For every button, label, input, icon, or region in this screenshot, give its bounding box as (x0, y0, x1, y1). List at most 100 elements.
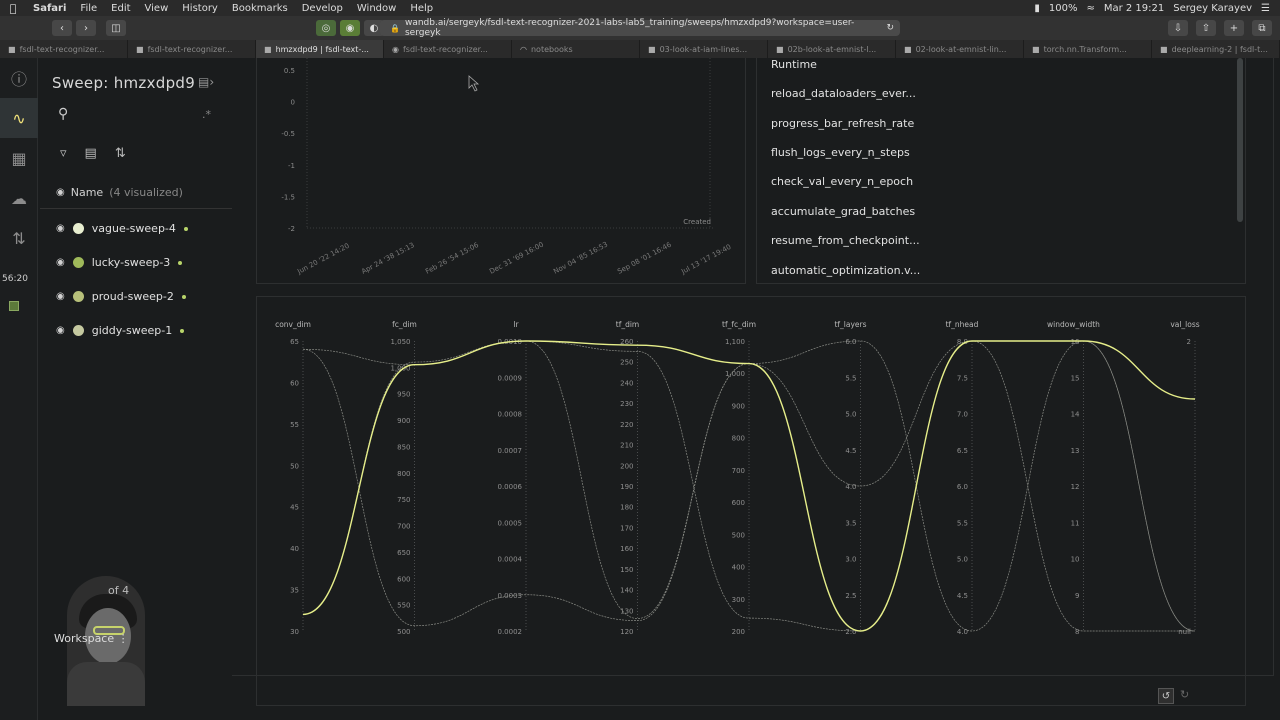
param-item[interactable]: check_val_every_n_epoch (771, 175, 913, 188)
extension-icon[interactable]: ◎ (316, 20, 336, 36)
run-row[interactable]: ◉ proud-sweep-2 (56, 290, 186, 303)
eye-icon[interactable]: ◉ (56, 223, 65, 234)
user-name[interactable]: Sergey Karayev (1173, 3, 1252, 14)
scrollbar[interactable] (1237, 58, 1243, 222)
regex-icon[interactable]: .* (202, 108, 211, 121)
info-icon[interactable]: ⓘ (0, 58, 38, 98)
y-tick-label: 0.5 (284, 67, 295, 75)
menu-app[interactable]: Safari (26, 3, 73, 14)
run-color-dot[interactable] (72, 223, 84, 234)
battery-level: 100% (1048, 2, 1078, 14)
eye-icon[interactable]: ◉ (56, 325, 65, 336)
axis-tick-label: 180 (620, 504, 633, 512)
extension-2-icon[interactable]: ◉ (340, 20, 360, 36)
menu-history[interactable]: History (175, 3, 225, 14)
tab[interactable]: ■ 02-look-at-emnist-lin... (896, 40, 1024, 58)
param-item[interactable]: progress_bar_refresh_rate (771, 117, 914, 130)
tab[interactable]: ■ 02b-look-at-emnist-l... (768, 40, 896, 58)
tab[interactable]: ■ deeplearning-2 | fsdl-t... (1152, 40, 1280, 58)
menu-window[interactable]: Window (350, 3, 403, 14)
expand-table-icon[interactable]: ▤› (198, 75, 214, 89)
download-icon[interactable]: ⇩ (1168, 20, 1188, 36)
axis-label: val_loss (1170, 320, 1199, 329)
run-name[interactable]: lucky-sweep-3 (92, 256, 171, 269)
x-tick-label: Nov 04 '85 16:53 (552, 240, 609, 275)
controls-icon[interactable]: ⇅ (0, 218, 38, 258)
menu-develop[interactable]: Develop (295, 3, 350, 14)
visualized-count: (4 visualized) (109, 186, 183, 199)
axis-tick-label: 750 (397, 496, 410, 504)
run-name[interactable]: proud-sweep-2 (92, 290, 174, 303)
param-item[interactable]: resume_from_checkpoint... (771, 234, 920, 247)
address-bar[interactable]: 🔒 wandb.ai/sergeyk/fsdl-text-recognizer-… (380, 18, 900, 38)
back-icon[interactable]: ‹ (52, 20, 72, 36)
control-center-icon[interactable]: ☰ (1261, 3, 1270, 14)
menu-view[interactable]: View (138, 3, 176, 14)
menu-file[interactable]: File (73, 3, 104, 14)
axis-label: conv_dim (275, 320, 311, 329)
undo-icon[interactable]: ↺ (1158, 688, 1174, 704)
run-row[interactable]: ◉ giddy-sweep-1 (56, 324, 185, 337)
menu-help[interactable]: Help (403, 3, 440, 14)
sweep-icon[interactable]: ☁ (0, 178, 38, 218)
tab[interactable]: ■ torch.nn.Transform... (1024, 40, 1152, 58)
tab-label: fsdl-text-recognizer... (147, 44, 233, 54)
redo-icon[interactable]: ↻ (1180, 688, 1189, 701)
run-color-dot[interactable] (72, 257, 84, 268)
search-icon[interactable]: ⚲ (58, 106, 68, 122)
axis-tick-label: 0.0005 (498, 519, 523, 527)
share-icon[interactable]: ⇧ (1196, 20, 1216, 36)
clock[interactable]: Mar 2 19:21 (1104, 3, 1164, 14)
forward-icon[interactable]: › (76, 20, 96, 36)
workspace-menu[interactable]: Workspace ⋮ (54, 632, 129, 645)
workspace-label[interactable]: Workspace (54, 632, 114, 645)
main-content: 0.5 0 -0.5 -1 -1.5 -2 Created Jun 20 '22 14:20 A… (232, 58, 1280, 720)
reload-icon[interactable]: ↻ (886, 23, 894, 33)
axis-tick-label: 500 (732, 531, 745, 539)
run-color-dot[interactable] (72, 325, 84, 336)
new-tab-icon[interactable]: + (1224, 20, 1244, 36)
tab[interactable]: ◠ notebooks (512, 40, 640, 58)
name-column-header[interactable]: Name (71, 186, 103, 199)
eye-icon[interactable]: ◉ (56, 291, 65, 302)
url-text[interactable]: wandb.ai/sergeyk/fsdl-text-recognizer-20… (405, 18, 886, 38)
run-name[interactable]: vague-sweep-4 (92, 222, 176, 235)
battery-icon[interactable]: ▮ (1034, 3, 1040, 14)
axis-tick-label: 1,000 (725, 370, 745, 378)
menu-bookmarks[interactable]: Bookmarks (225, 3, 295, 14)
apple-icon[interactable]:  (0, 2, 26, 15)
filter-icon[interactable]: ▿ (60, 146, 67, 161)
axis-label: tf_fc_dim (722, 320, 756, 329)
eye-icon[interactable]: ◉ (56, 187, 65, 198)
axis-tick-label: 600 (732, 499, 745, 507)
group-icon[interactable]: ▤ (85, 146, 97, 161)
param-item[interactable]: flush_logs_every_n_steps (771, 146, 910, 159)
tab[interactable]: ■ 03-look-at-iam-lines... (640, 40, 768, 58)
sidebar-toggle-icon[interactable]: ◫ (106, 20, 126, 36)
tab[interactable]: ◉ fsdl-text-recognizer... (384, 40, 512, 58)
charts-icon[interactable]: ∿ (0, 98, 38, 138)
param-item[interactable]: Runtime (771, 58, 817, 71)
axis-tick-label: 7.0 (957, 411, 968, 419)
run-row[interactable]: ◉ vague-sweep-4 (56, 222, 188, 235)
param-item[interactable]: automatic_optimization.v... (771, 264, 920, 277)
wifi-icon[interactable]: ≈ (1086, 3, 1094, 14)
axis-tick-label: 900 (732, 402, 745, 410)
tab-overview-icon[interactable]: ⧉ (1252, 20, 1272, 36)
run-color-dot[interactable] (72, 291, 84, 302)
parallel-coordinates-chart[interactable]: conv_dim 65 60 55 50 45 40 35 30 fc_dim 1,050 1,000… (257, 297, 1247, 707)
parallel-coordinates-panel: conv_dim 65 60 55 50 45 40 35 30 fc_dim 1,050 1,000… (256, 296, 1246, 706)
run-name[interactable]: giddy-sweep-1 (92, 324, 173, 337)
tab[interactable]: ■ fsdl-text-recognizer... (0, 40, 128, 58)
eye-icon[interactable]: ◉ (56, 257, 65, 268)
table-icon[interactable]: ▦ (0, 138, 38, 178)
tab[interactable]: ■ fsdl-text-recognizer... (128, 40, 256, 58)
run-status-dot (178, 260, 183, 265)
menu-edit[interactable]: Edit (104, 3, 137, 14)
param-item[interactable]: accumulate_grad_batches (771, 205, 915, 218)
tab-active[interactable]: ■ hmzxdpd9 | fsdl-text-... (256, 40, 384, 58)
run-row[interactable]: ◉ lucky-sweep-3 (56, 256, 183, 269)
param-item[interactable]: reload_dataloaders_ever... (771, 87, 916, 100)
scatter-chart[interactable]: 0.5 0 -0.5 -1 -1.5 -2 Created Jun 20 '22 14:20 A… (257, 58, 747, 284)
sort-icon[interactable]: ⇅ (115, 146, 126, 161)
